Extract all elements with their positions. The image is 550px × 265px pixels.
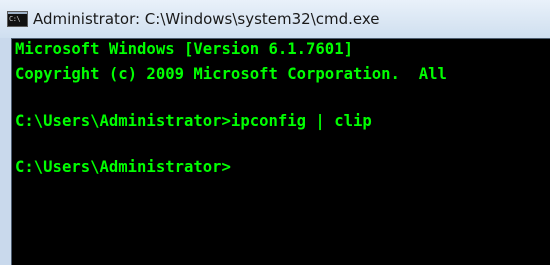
- cmd-icon[interactable]: C:\: [7, 11, 28, 27]
- cmd-icon-glyph: C:\: [9, 15, 21, 23]
- cmd-window: C:\ Administrator: C:\Windows\system32\c…: [0, 0, 550, 265]
- console-area[interactable]: Microsoft Windows [Version 6.1.7601] Cop…: [11, 38, 550, 265]
- window-title: Administrator: C:\Windows\system32\cmd.e…: [33, 10, 380, 28]
- console-line-version: Microsoft Windows [Version 6.1.7601]: [15, 40, 353, 58]
- console-line-copyright: Copyright (c) 2009 Microsoft Corporation…: [15, 65, 447, 83]
- console-line-command: C:\Users\Administrator>ipconfig | clip: [15, 112, 372, 130]
- console-line-prompt: C:\Users\Administrator>: [15, 158, 231, 176]
- title-bar[interactable]: C:\ Administrator: C:\Windows\system32\c…: [0, 0, 550, 38]
